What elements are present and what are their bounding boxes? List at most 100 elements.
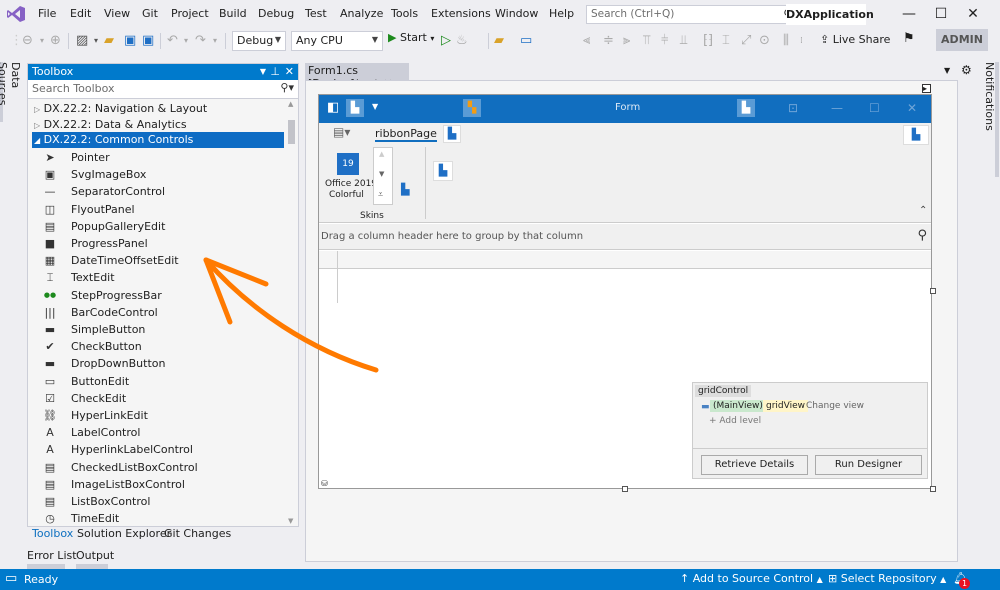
align-middles-icon[interactable]: ⫩ (661, 31, 668, 51)
toolbox-group-navigation-layout[interactable]: ▷ DX.22.2: Navigation & Layout (32, 101, 284, 117)
scroll-down-icon[interactable]: ▼ (288, 517, 293, 525)
skin-gallery-scroller[interactable]: ▲ ▼ ⩡ (373, 147, 393, 205)
maximize-button[interactable]: ☐ (926, 4, 956, 24)
close-icon[interactable]: ✕ (285, 64, 294, 80)
form-maximize-icon[interactable]: ☐ (869, 101, 880, 115)
menu-project[interactable]: Project (171, 7, 209, 20)
close-window-button[interactable]: ✕ (958, 4, 988, 24)
redo-icon[interactable]: ↷ (195, 31, 206, 51)
tab-git-changes[interactable]: Git Changes (164, 527, 231, 540)
configuration-select[interactable]: Debug ▼ (232, 31, 286, 51)
undo-dropdown-icon[interactable]: ▾ (184, 31, 188, 51)
toolbox-item[interactable]: ▣ SvgImageBox (42, 166, 292, 183)
scrollbar-thumb[interactable] (288, 120, 295, 144)
menu-edit[interactable]: Edit (70, 7, 91, 20)
start-without-debugging-icon[interactable]: ▷ (441, 31, 451, 51)
form-close-icon[interactable]: ✕ (907, 101, 917, 115)
platform-select[interactable]: Any CPU ▼ (291, 31, 383, 51)
change-view-link[interactable]: Change view (806, 401, 864, 411)
output-window-icon[interactable]: ▭ (5, 571, 17, 586)
run-designer-button[interactable]: Run Designer (815, 455, 922, 475)
new-project-icon[interactable]: ▨ (76, 31, 88, 51)
back-dropdown-icon[interactable]: ▾ (40, 31, 44, 51)
toolbox-item[interactable]: ▤ ListBoxControl (42, 493, 292, 510)
ribbon-page-tab[interactable]: ribbonPage (375, 127, 437, 142)
toolbox-item[interactable]: ▤ CheckedListBoxControl (42, 459, 292, 476)
hot-reload-icon[interactable]: ♨ (456, 31, 468, 51)
live-share-button[interactable]: ⇪ Live Share (820, 33, 890, 46)
grid-view-link[interactable]: gridView (763, 400, 808, 412)
browser-icon[interactable]: ▭ (520, 31, 532, 51)
toolbox-item[interactable]: ◫ FlyoutPanel (42, 201, 292, 218)
ribbon-app-icon[interactable]: ◧ (327, 100, 339, 115)
menu-build[interactable]: Build (219, 7, 247, 20)
tab-toolbox[interactable]: Toolbox (32, 527, 73, 540)
start-button[interactable]: ▶ Start ▾ (388, 31, 434, 44)
find-in-files-icon[interactable]: ▰ (494, 31, 504, 51)
data-sources-tab[interactable]: Data Sources (0, 62, 22, 122)
restore-icon[interactable]: ⊡ (788, 101, 798, 115)
tab-overflow-icon[interactable]: ▼ (944, 66, 950, 75)
resize-handle-right[interactable] (930, 288, 936, 294)
new-dropdown-icon[interactable]: ▾ (94, 31, 98, 51)
notifications-tab[interactable]: Notifications (978, 62, 996, 131)
toolbox-item[interactable]: — SeparatorControl (42, 183, 292, 200)
menu-extensions[interactable]: Extensions (431, 7, 491, 20)
align-tops-icon[interactable]: ⫪ (643, 31, 650, 51)
save-all-icon[interactable]: ▣ (142, 31, 154, 51)
toolbox-item[interactable]: A HyperlinkLabelControl (42, 441, 292, 458)
make-same-height-icon[interactable]: ⌶ (722, 31, 730, 51)
menu-git[interactable]: Git (142, 7, 158, 20)
add-page-header-item-icon[interactable]: ▙ (903, 125, 929, 145)
select-repository-button[interactable]: ⊞ Select Repository ▲ (828, 572, 946, 585)
tab-solution-explorer[interactable]: Solution Explorer (77, 527, 171, 540)
toolbox-item[interactable]: ⛓ HyperLinkEdit (42, 407, 292, 424)
admin-badge[interactable]: ADMIN (936, 29, 988, 51)
add-level-link[interactable]: + Add level (709, 416, 761, 426)
menu-window[interactable]: Window (495, 7, 538, 20)
tab-error-list[interactable]: Error List (27, 549, 77, 562)
scroll-up-icon[interactable]: ▲ (288, 100, 293, 108)
gallery-expand-icon[interactable]: ⩡ (378, 190, 383, 200)
feedback-icon[interactable]: ⚑ (903, 31, 915, 46)
window-position-icon[interactable]: ▼ (260, 64, 266, 80)
menu-view[interactable]: View (104, 7, 130, 20)
smart-tag-icon[interactable]: ▸ (922, 84, 931, 93)
toolbox-search-input[interactable]: Search Toolbox ⚲▾ (28, 80, 298, 99)
tab-order-icon[interactable]: ⫼ (783, 31, 789, 51)
group-panel[interactable]: Drag a column header here to group by th… (319, 224, 931, 250)
make-same-width-icon[interactable]: ⁅⁆ (703, 31, 713, 51)
undo-icon[interactable]: ↶ (167, 31, 178, 51)
resize-handle-bottom[interactable] (622, 486, 628, 492)
menu-analyze[interactable]: Analyze (340, 7, 383, 20)
form-minimize-icon[interactable]: — (831, 101, 843, 115)
open-folder-icon[interactable]: ▰ (104, 31, 114, 51)
add-page-icon[interactable]: ▙ (443, 125, 461, 143)
toolbox-item[interactable]: ◷ TimeEdit (42, 510, 292, 527)
gallery-down-icon[interactable]: ▼ (379, 170, 384, 178)
search-input[interactable]: Search (Ctrl+Q) ⚲ (586, 5, 798, 24)
add-to-source-control-button[interactable]: ↑ Add to Source Control ▲ (680, 572, 823, 585)
tab-output[interactable]: Output (76, 549, 114, 562)
menu-test[interactable]: Test (305, 7, 327, 20)
toolbox-item[interactable]: ☑ CheckEdit (42, 390, 292, 407)
ribbon-menu-icon[interactable]: ▤▾ (333, 125, 350, 139)
navigate-back-icon[interactable]: ⊖ (22, 31, 33, 51)
zoom-icon[interactable]: ⊙ (759, 31, 770, 51)
size-to-grid-icon[interactable]: ⤢ (741, 31, 751, 51)
pin-icon[interactable]: ⊥ (270, 64, 280, 80)
toolbox-item[interactable]: ▤ ImageListBoxControl (42, 476, 292, 493)
resize-handle-corner[interactable] (930, 486, 936, 492)
add-group-icon[interactable]: ▙ (433, 161, 453, 181)
menu-debug[interactable]: Debug (258, 7, 294, 20)
align-lefts-icon[interactable]: ⫷ (583, 31, 590, 51)
navigate-forward-icon[interactable]: ⊕ (50, 31, 61, 51)
retrieve-details-button[interactable]: Retrieve Details (701, 455, 808, 475)
add-skin-icon[interactable]: ▚ (463, 99, 481, 117)
redo-dropdown-icon[interactable]: ▾ (213, 31, 217, 51)
add-item-icon[interactable]: ▙ (346, 99, 364, 117)
document-tab-form1[interactable]: Form1.cs [Design]* ⊣ ✕ (305, 63, 409, 90)
find-icon[interactable]: ⚲ (917, 228, 927, 243)
toolbox-item[interactable]: A LabelControl (42, 424, 292, 441)
menu-tools[interactable]: Tools (391, 7, 418, 20)
